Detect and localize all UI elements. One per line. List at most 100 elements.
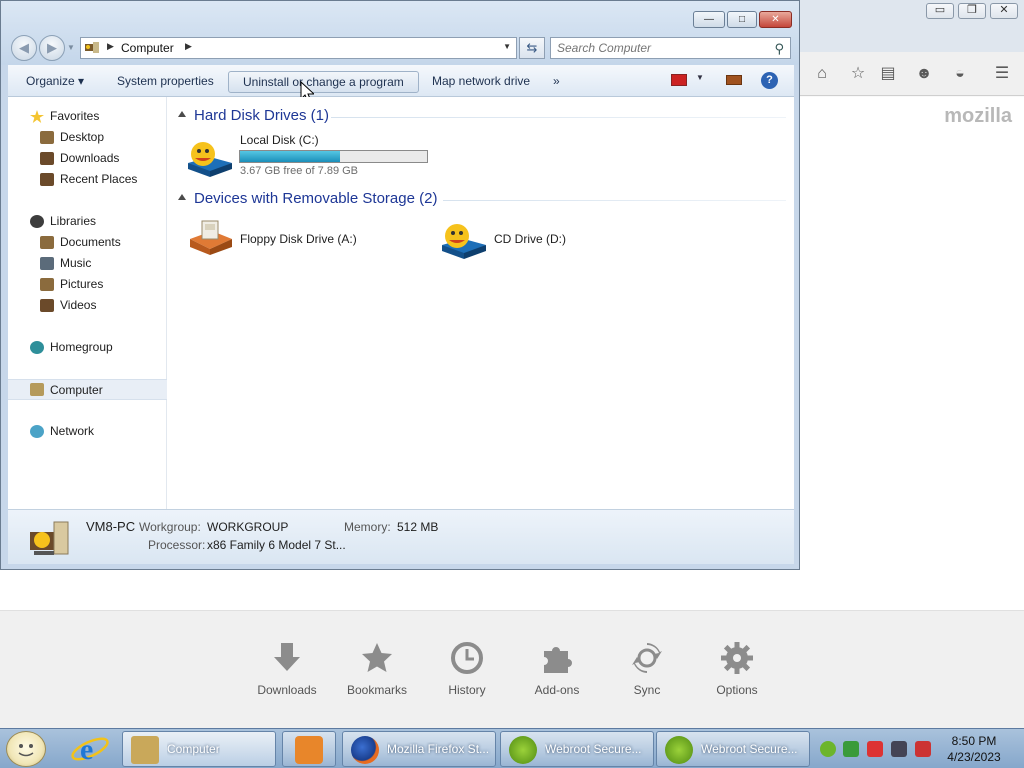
address-bar[interactable]: ▶ Computer ▶ ▼: [80, 37, 517, 59]
view-dropdown-icon[interactable]: ▼: [696, 73, 704, 82]
webroot-tray-icon[interactable]: [820, 741, 836, 757]
task-webroot-1[interactable]: Webroot Secure...: [500, 731, 654, 767]
security-tray-icon[interactable]: [843, 741, 859, 757]
nav-recent-places[interactable]: Recent Places: [8, 170, 167, 189]
clock-time[interactable]: 8:50 PM: [940, 734, 1008, 748]
forward-button[interactable]: ▶: [39, 35, 65, 61]
content-pane: Hard Disk Drives (1) Local Disk (C:) 3.6…: [168, 97, 794, 509]
launcher-downloads[interactable]: Downloads: [242, 641, 332, 697]
more-commands-button[interactable]: »: [549, 71, 564, 93]
nav-computer[interactable]: Computer: [8, 379, 167, 400]
memory-value: 512 MB: [397, 520, 439, 534]
clipboard-icon[interactable]: ▤: [878, 64, 898, 84]
chat-icon[interactable]: ☻: [914, 64, 934, 84]
action-center-tray-icon[interactable]: [867, 741, 883, 757]
launcher-history[interactable]: History: [422, 641, 512, 697]
minimize-button[interactable]: —: [693, 11, 725, 28]
computer-icon: [131, 736, 159, 764]
nav-music[interactable]: Music: [8, 254, 167, 273]
collapse-icon[interactable]: [178, 194, 186, 200]
change-view-icon[interactable]: [671, 74, 687, 86]
volume-muted-tray-icon[interactable]: [915, 741, 931, 757]
uninstall-program-button[interactable]: Uninstall or change a program: [228, 71, 419, 93]
star-icon: [362, 643, 392, 672]
launcher-options[interactable]: Options: [692, 641, 782, 697]
nav-downloads[interactable]: Downloads: [8, 149, 167, 168]
pocket-icon[interactable]: ◒: [950, 64, 970, 84]
drive-label: Floppy Disk Drive (A:): [240, 232, 357, 246]
nav-videos[interactable]: Videos: [8, 296, 167, 315]
internet-explorer-pin[interactable]: e: [70, 732, 110, 766]
task-firefox[interactable]: Mozilla Firefox St...: [342, 731, 496, 767]
group-removable-storage[interactable]: Devices with Removable Storage (2): [178, 190, 437, 207]
nav-homegroup[interactable]: Homegroup: [8, 338, 167, 357]
clock-date[interactable]: 4/23/2023: [940, 750, 1008, 764]
start-orb-icon: [18, 744, 34, 757]
maximize-button[interactable]: □: [727, 11, 757, 28]
drive-label: CD Drive (D:): [494, 232, 566, 246]
webroot-icon: [665, 736, 693, 764]
workgroup-key: Workgroup:: [139, 520, 201, 534]
menu-icon[interactable]: ☰: [992, 64, 1012, 84]
nav-favorites[interactable]: Favorites: [8, 107, 167, 126]
search-input[interactable]: [557, 41, 757, 55]
launcher-bookmarks[interactable]: Bookmarks: [332, 641, 422, 697]
group-hard-disk-drives[interactable]: Hard Disk Drives (1): [178, 107, 329, 124]
drive-label: Local Disk (C:): [240, 133, 319, 147]
firefox-close-button[interactable]: ✕: [990, 3, 1018, 19]
sync-icon: [632, 643, 662, 673]
nav-desktop[interactable]: Desktop: [8, 128, 167, 147]
firefox-icon: [351, 736, 379, 764]
bookmark-star-icon[interactable]: ☆: [848, 64, 868, 84]
search-icon[interactable]: ⚲: [774, 41, 784, 57]
start-button[interactable]: [6, 731, 46, 767]
pictures-icon: [40, 278, 54, 291]
music-icon: [40, 257, 54, 270]
firefox-launcher: Downloads Bookmarks History Add-ons Sync…: [0, 610, 1024, 728]
explorer-window: — □ ✕ ◀ ▶ ▼ ▶ Computer ▶ ▼ ⇆ ⚲ Organize …: [0, 0, 800, 570]
nav-documents[interactable]: Documents: [8, 233, 167, 252]
firefox-minimize-button[interactable]: ▭: [926, 3, 954, 19]
system-properties-button[interactable]: System properties: [113, 71, 218, 93]
back-button[interactable]: ◀: [11, 35, 37, 61]
close-button[interactable]: ✕: [759, 11, 792, 28]
libraries-icon: [30, 215, 44, 228]
address-path[interactable]: Computer: [121, 41, 174, 55]
preview-pane-icon[interactable]: [726, 75, 742, 85]
help-icon[interactable]: ?: [761, 72, 778, 89]
launcher-addons[interactable]: Add-ons: [512, 641, 602, 697]
downloads-icon: [40, 152, 54, 165]
hard-disk-icon: [188, 142, 232, 177]
explorer-titlebar: — □ ✕ ◀ ▶ ▼ ▶ Computer ▶ ▼ ⇆ ⚲: [1, 1, 799, 65]
search-box[interactable]: ⚲: [550, 37, 791, 59]
homegroup-icon: [30, 341, 44, 354]
disk-usage-fill: [240, 151, 341, 162]
launcher-label: Bookmarks: [346, 683, 408, 697]
clock-icon: [451, 642, 483, 674]
nav-pictures[interactable]: Pictures: [8, 275, 167, 294]
documents-icon: [40, 236, 54, 249]
cd-drive-icon: [442, 224, 486, 259]
task-media-player[interactable]: [282, 731, 336, 767]
collapse-icon[interactable]: [178, 111, 186, 117]
refresh-button[interactable]: ⇆: [519, 37, 545, 59]
nav-libraries[interactable]: Libraries: [8, 212, 167, 231]
breadcrumb-separator-icon[interactable]: ▶: [107, 41, 114, 52]
launcher-label: Add-ons: [534, 683, 580, 697]
webroot-icon: [509, 736, 537, 764]
breadcrumb-separator-icon[interactable]: ▶: [185, 41, 192, 52]
firefox-restore-button[interactable]: ❐: [958, 3, 986, 19]
recent-pages-chevron-icon[interactable]: ▼: [67, 43, 75, 52]
network-tray-icon[interactable]: [891, 741, 907, 757]
organize-button[interactable]: Organize ▾: [22, 71, 88, 93]
home-icon[interactable]: ⌂: [812, 64, 832, 84]
map-network-drive-button[interactable]: Map network drive: [428, 71, 534, 93]
nav-network[interactable]: Network: [8, 422, 167, 441]
address-dropdown-icon[interactable]: ▼: [503, 42, 511, 51]
computer-name: VM8-PC: [86, 519, 136, 534]
launcher-sync[interactable]: Sync: [602, 641, 692, 697]
videos-icon: [40, 299, 54, 312]
launcher-label: History: [448, 683, 486, 697]
task-computer[interactable]: Computer: [122, 731, 276, 767]
task-webroot-2[interactable]: Webroot Secure...: [656, 731, 810, 767]
